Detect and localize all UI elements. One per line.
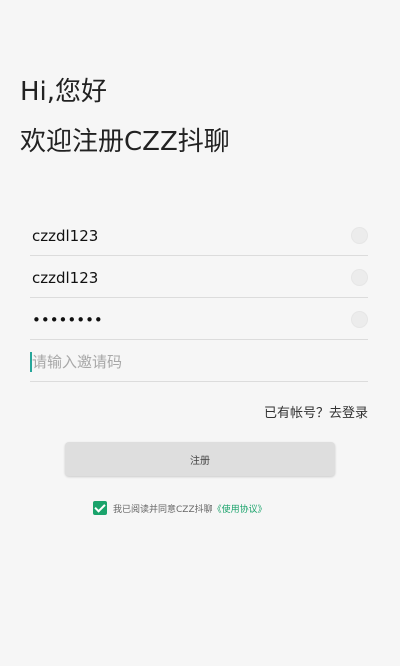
confirm-field-container [30, 300, 368, 340]
register-button[interactable]: 注册 [65, 442, 335, 476]
invite-code-input[interactable] [30, 348, 342, 376]
username-field-container [30, 216, 368, 256]
checkbox-icon[interactable] [93, 501, 107, 515]
password-input[interactable] [30, 264, 342, 292]
password-field-container [30, 258, 368, 298]
clear-icon[interactable] [351, 269, 368, 286]
agreement-text: 我已阅读并同意CZZ抖聊 [113, 504, 213, 515]
login-link[interactable]: 已有帐号？去登录 [264, 402, 368, 421]
clear-icon[interactable] [351, 227, 368, 244]
greeting-text: Hi,您好 [20, 77, 108, 107]
clear-icon[interactable] [351, 311, 368, 328]
confirm-password-input[interactable] [30, 306, 342, 334]
welcome-title: 欢迎注册CZZ抖聊 [20, 127, 230, 157]
agreement-link[interactable]: 《使用协议》 [213, 502, 267, 515]
register-screen: Hi,您好 欢迎注册CZZ抖聊 已有帐号？去登录 注册 我已阅读并同意CZZ抖聊… [0, 0, 400, 666]
invite-field-container [30, 342, 368, 382]
username-input[interactable] [30, 222, 342, 250]
agreement-row: 我已阅读并同意CZZ抖聊 《使用协议》 [93, 500, 267, 516]
